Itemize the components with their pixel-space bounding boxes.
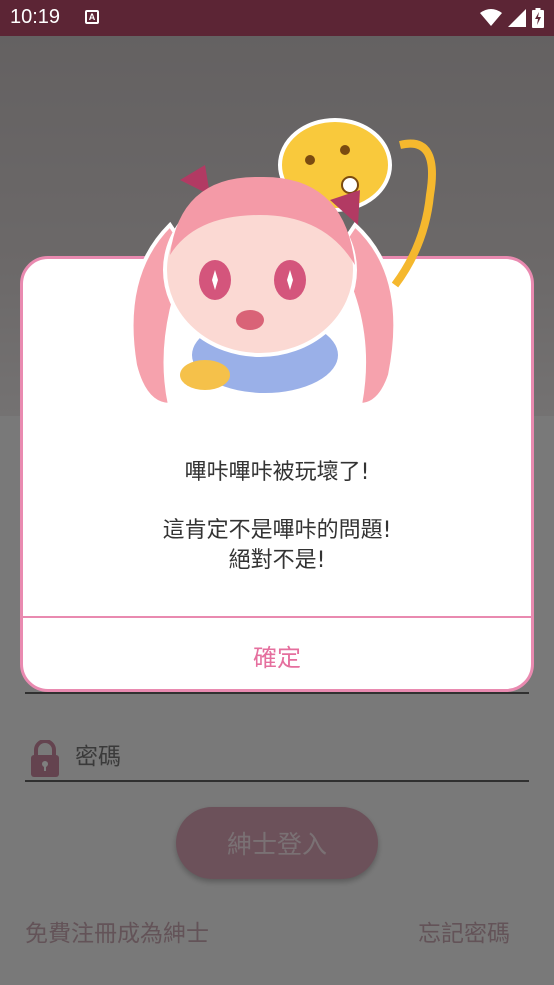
mascot-illustration: [129, 118, 436, 408]
notification-icon: A: [85, 10, 99, 24]
status-bar: 10:19 A: [0, 0, 554, 36]
dialog-message-line2: 這肯定不是嗶咔的問題!: [162, 518, 392, 543]
status-time: 10:19: [10, 6, 61, 28]
dialog-message-line1: 嗶咔嗶咔被玩壞了!: [184, 460, 370, 485]
wifi-icon: [480, 9, 502, 26]
confirm-button[interactable]: 確定: [23, 618, 531, 692]
battery-icon: [532, 8, 544, 28]
status-icons: [480, 8, 544, 28]
signal-icon: [508, 9, 526, 27]
dialog-message-line3: 絕對不是!: [228, 548, 326, 573]
